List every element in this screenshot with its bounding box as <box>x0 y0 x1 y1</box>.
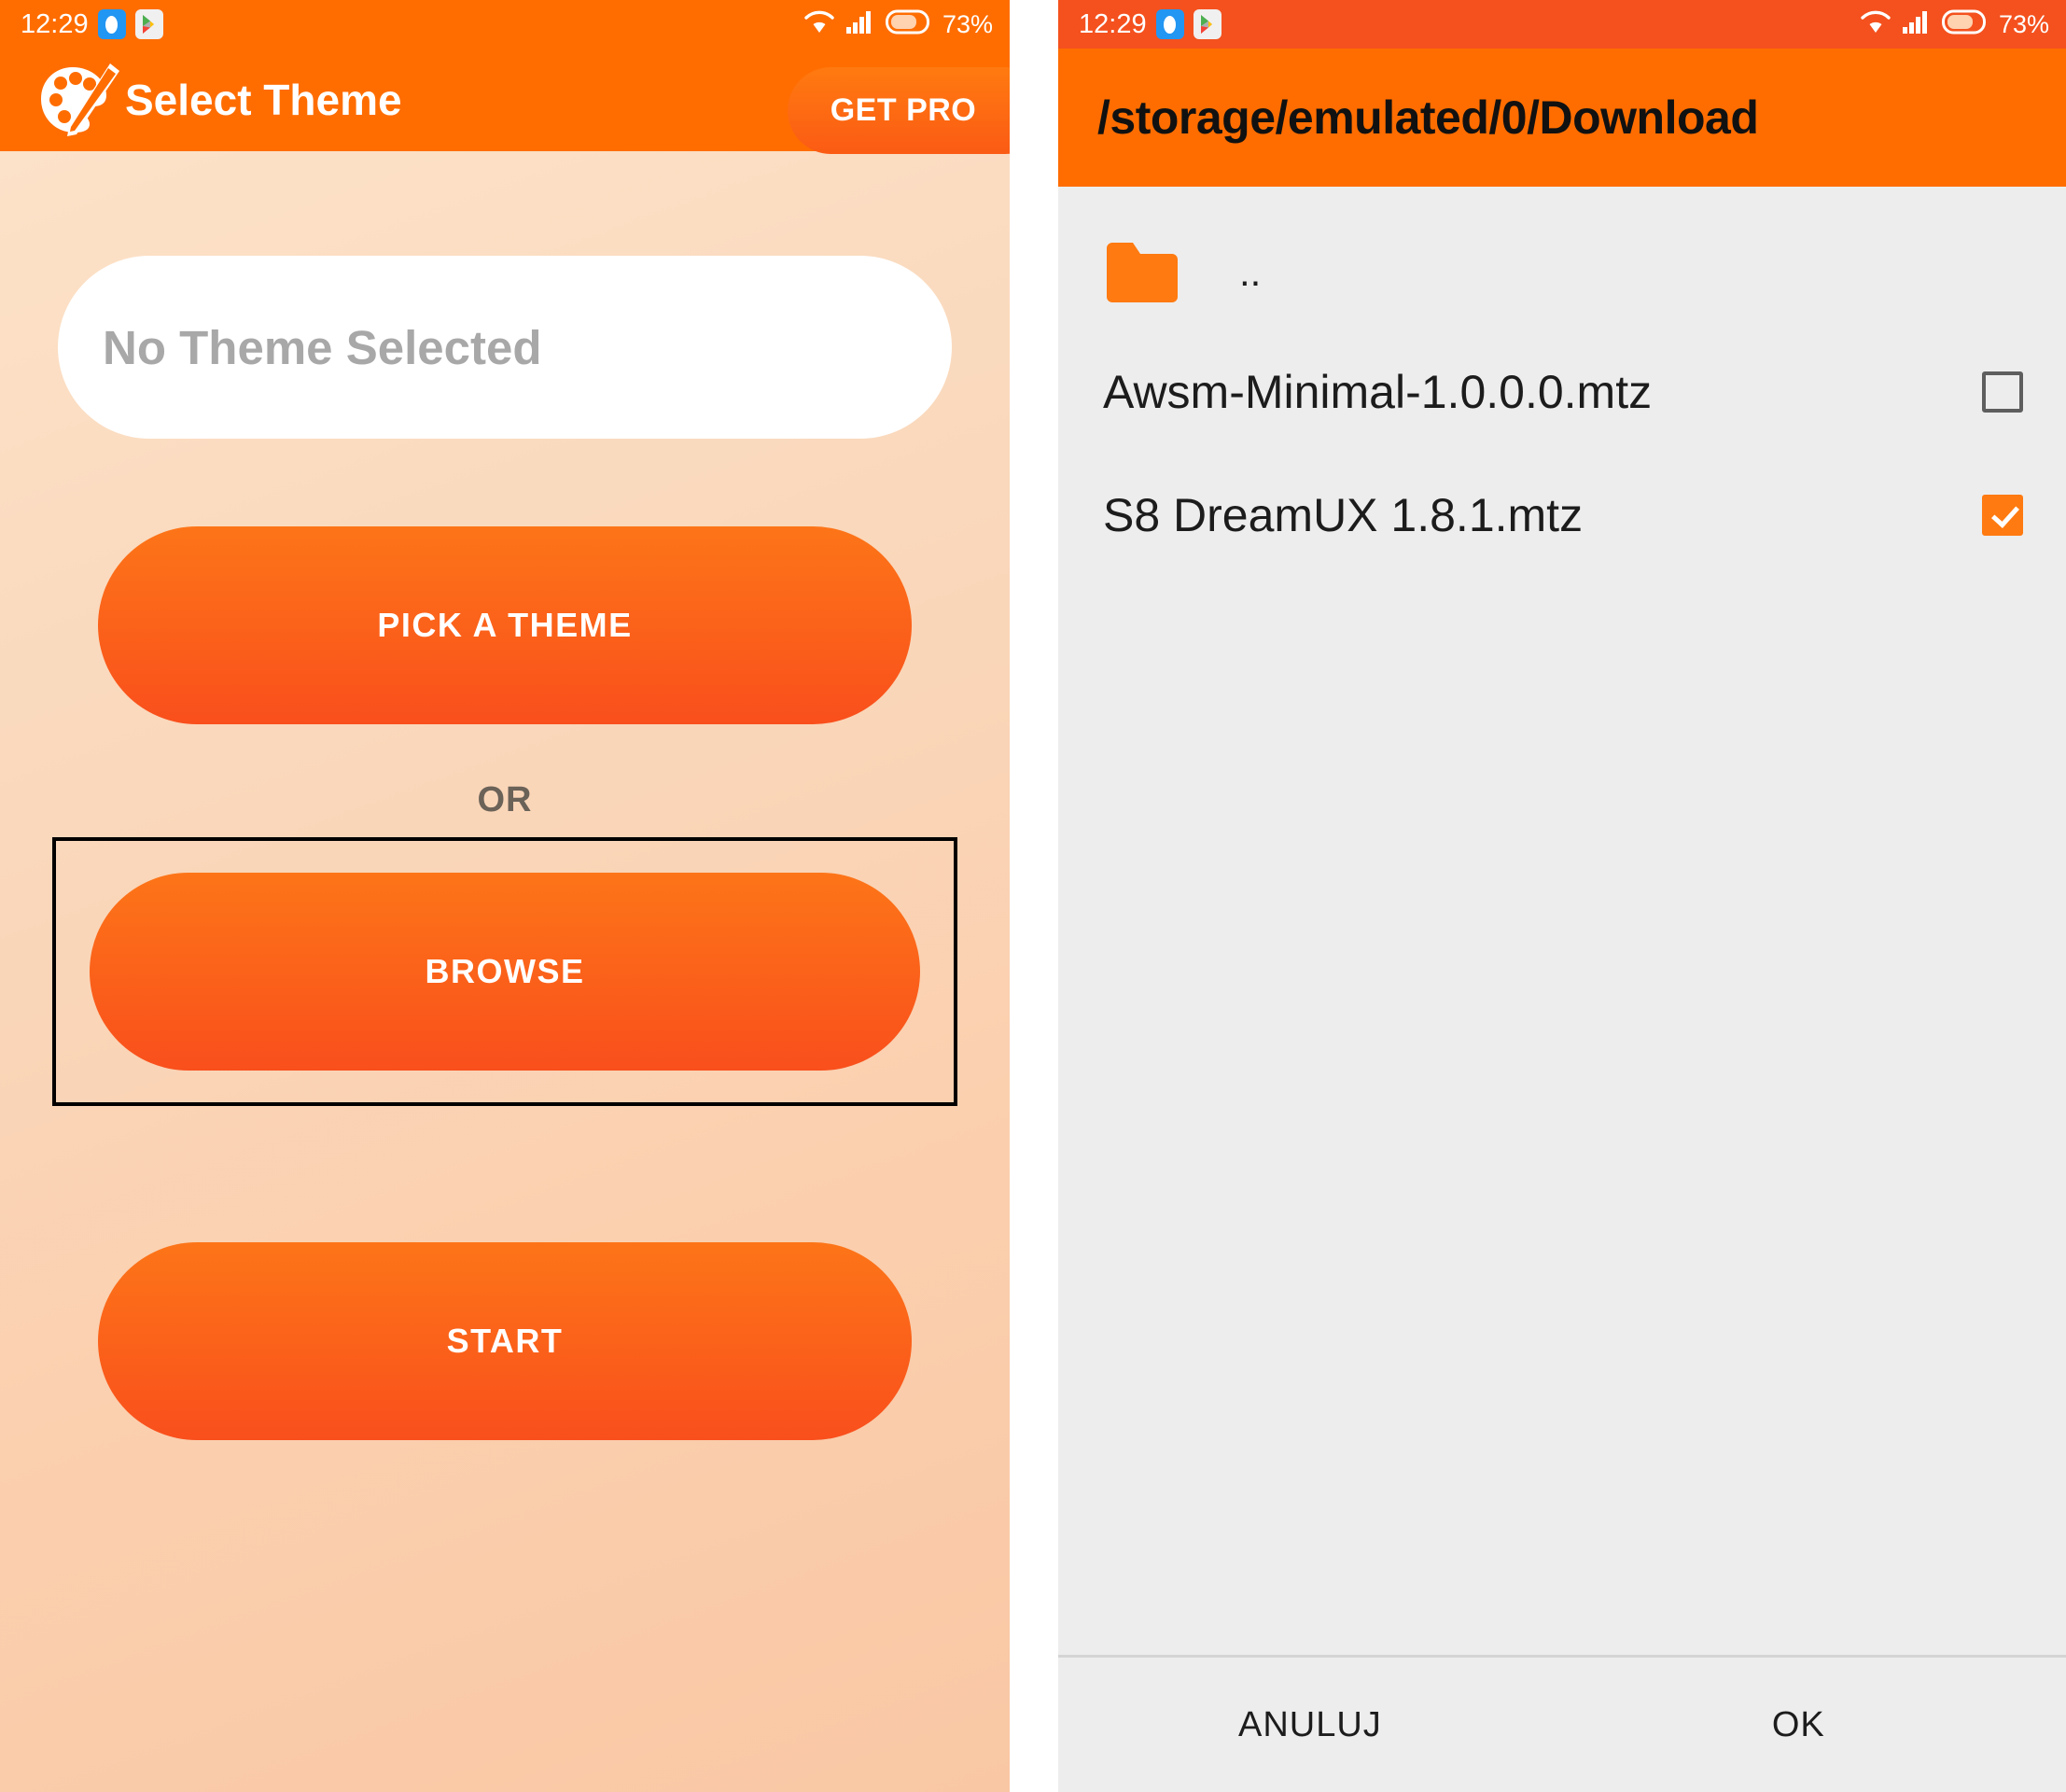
file-checkbox[interactable] <box>1982 371 2023 413</box>
folder-icon <box>1103 241 1181 304</box>
get-pro-label: GET PRO <box>830 92 977 128</box>
ok-button[interactable]: OK <box>1772 1705 1825 1745</box>
signal-icon-right <box>1902 9 1932 39</box>
table-row[interactable]: S8 DreamUX 1.8.1.mtz <box>1058 454 2066 577</box>
left-app-bar: Select Theme GET PRO <box>0 49 1010 154</box>
palette-icon <box>37 63 119 136</box>
start-label: START <box>446 1322 564 1360</box>
file-checkbox[interactable] <box>1982 495 2023 536</box>
battery-icon <box>885 9 930 39</box>
get-pro-button[interactable]: GET PRO <box>788 67 1010 154</box>
play-store-icon-right <box>1193 9 1221 39</box>
start-button[interactable]: START <box>98 1242 912 1440</box>
status-bar-right-group: 73% <box>803 9 993 40</box>
battery-percentage: 73% <box>942 9 993 38</box>
table-row[interactable]: Awsm-Minimal-1.0.0.0.mtz <box>1058 330 2066 454</box>
pick-a-theme-button[interactable]: PICK A THEME <box>98 526 912 724</box>
battery-icon-right <box>1941 9 1987 39</box>
dual-screenshot-container: 12:29 73% Select Theme GET PRO No Theme … <box>0 0 2066 1792</box>
wifi-icon-right <box>1860 9 1892 40</box>
selected-theme-field[interactable]: No Theme Selected <box>58 256 952 439</box>
play-store-icon <box>134 9 163 39</box>
file-name-label: Awsm-Minimal-1.0.0.0.mtz <box>1103 366 1653 418</box>
right-status-bar: 12:29 73% <box>1058 0 2066 49</box>
signal-icon <box>845 9 875 39</box>
browse-label: BROWSE <box>425 952 585 990</box>
status-bar-clock: 12:29 <box>21 8 89 39</box>
page-title: Select Theme <box>125 76 402 124</box>
left-screen-body: No Theme Selected PICK A THEME OR BROWSE… <box>0 256 1010 1792</box>
status-bar-clock-right: 12:29 <box>1079 8 1147 39</box>
left-status-bar: 12:29 73% <box>0 0 1010 49</box>
left-screen-select-theme: 12:29 73% Select Theme GET PRO No Theme … <box>0 0 1010 1792</box>
status-bar-right-group-right: 73% <box>1860 9 2049 40</box>
dialog-action-bar: ANULUJ OK <box>1058 1658 2066 1792</box>
screen-divider-gap <box>1010 0 1058 1792</box>
parent-directory-label: .. <box>1239 250 1262 295</box>
browse-focus-outline: BROWSE <box>52 837 957 1106</box>
status-bar-left-group: 12:29 <box>21 9 163 40</box>
right-screen-file-picker: 12:29 73% /storage/emulated/0/Download .… <box>1058 0 2066 1792</box>
parent-directory-row[interactable]: .. <box>1058 215 2066 330</box>
file-name-label: S8 DreamUX 1.8.1.mtz <box>1103 489 1584 541</box>
battery-percentage-right: 73% <box>1998 9 2049 38</box>
pick-a-theme-label: PICK A THEME <box>377 606 633 644</box>
file-list: .. Awsm-Minimal-1.0.0.0.mtz S8 DreamUX 1… <box>1058 187 2066 1655</box>
current-path-label: /storage/emulated/0/Download <box>1097 91 1759 144</box>
start-button-wrap: START <box>0 1242 1010 1440</box>
browse-button[interactable]: BROWSE <box>90 873 920 1071</box>
cancel-button[interactable]: ANULUJ <box>1238 1705 1382 1745</box>
file-picker-path-bar: /storage/emulated/0/Download <box>1058 49 2066 187</box>
pick-theme-button-wrap: PICK A THEME <box>0 526 1010 724</box>
wifi-icon <box>803 9 835 40</box>
or-separator-label: OR <box>477 780 533 819</box>
app-icon-blue-right <box>1155 9 1184 39</box>
status-bar-left-group-right: 12:29 <box>1079 9 1221 40</box>
selected-theme-placeholder: No Theme Selected <box>103 320 542 374</box>
app-icon-blue <box>97 9 126 39</box>
